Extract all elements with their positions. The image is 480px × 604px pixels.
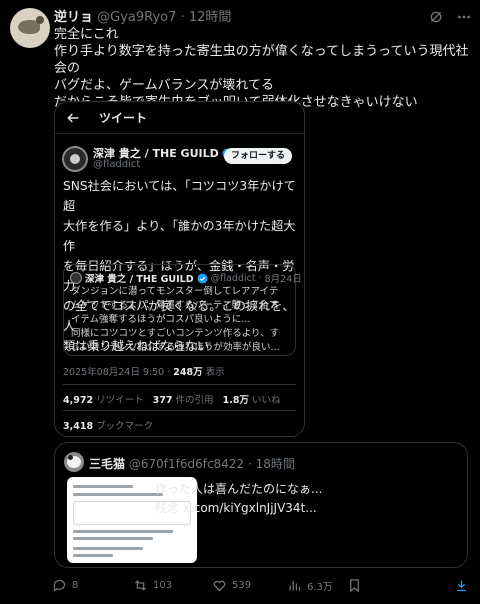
repost-icon	[135, 580, 146, 591]
post-line: 作り手より数字を持った寄生虫の方が偉くなってしまうっていう現代社会の	[54, 44, 469, 76]
reply-count: 8	[72, 580, 79, 591]
post-top-actions	[428, 9, 472, 25]
embed-bookmarks-count: 3,418	[63, 421, 94, 432]
reply-icon	[53, 579, 66, 592]
embed-views-count: 248万	[173, 367, 203, 378]
thumb-line	[73, 485, 133, 488]
like-count: 539	[232, 580, 252, 591]
verified-icon	[197, 272, 208, 284]
embed-stats: 4,972 リツイート 377 件の引用 1.8万 いいね	[63, 392, 280, 406]
quoted-post-time: 18時間	[255, 457, 295, 471]
separator-dot: ·	[247, 457, 252, 471]
quoted-text: ダンジョンに潜ってモンスター倒してレアアイテ ムゲットするより、帰還するパーティ…	[71, 285, 293, 355]
post-line: バグだよ、ゲームバランスが壊れてる	[54, 78, 274, 93]
embed-retweets-label: リツイート	[93, 395, 144, 406]
quoted-post-header: 三毛猫 @670f1f6d6fc8422 · 18時間	[89, 455, 295, 472]
separator-dot: ·	[258, 272, 262, 284]
more-icon[interactable]	[456, 9, 472, 25]
quoted-header: 深津 貴之 / THE GUILD @fladdict · 8月24日	[70, 271, 302, 285]
views-icon	[289, 581, 301, 591]
post-time[interactable]: 12時間	[189, 10, 232, 25]
author-handle[interactable]: @Gya9Ryo7	[97, 10, 176, 25]
quoted-line: ムゲットするより、帰還するパーティ襲って全ア	[71, 300, 279, 311]
download-icon	[457, 580, 466, 592]
quoted-post-line[interactable]: 残念 x.com/kiYgxlnJjJV34t...	[155, 499, 322, 518]
bookmark-icon	[350, 579, 359, 593]
post-header: 逆リョ @Gya9Ryo7 · 12時間	[54, 10, 231, 26]
embed-views-label: 表示	[202, 367, 225, 378]
repost-button[interactable]: 103	[133, 578, 172, 593]
back-arrow-icon	[67, 112, 79, 123]
thumb-line	[73, 547, 143, 550]
embed-datetime: 2025年08月24日 9:50 · 248万 表示	[63, 364, 225, 378]
thumb-line	[73, 537, 153, 540]
embed-author-avatar	[62, 146, 88, 172]
quoted-avatar	[70, 272, 82, 284]
repost-count: 103	[153, 580, 173, 591]
quoted-author-handle: @670f1f6d6fc8422	[128, 457, 245, 471]
author-name[interactable]: 逆リョ	[54, 10, 93, 25]
embed-title: ツイート	[99, 111, 148, 125]
separator-dot: ·	[180, 10, 185, 25]
quoted-post[interactable]: 三毛猫 @670f1f6d6fc8422 · 18時間 作った人は喜んだたのにな…	[54, 442, 468, 568]
thumb-line	[73, 530, 173, 533]
embed-likes-label: いいね	[248, 395, 281, 406]
embed-quotes-count: 377	[152, 395, 173, 406]
quoted-line: イテム強奪するほうがコスパ良いように...	[71, 314, 251, 325]
quoted-date: 8月24日	[264, 274, 302, 285]
embed-quotes-label: 件の引用	[172, 395, 214, 406]
quoted-author-avatar	[64, 452, 84, 472]
quoted-name: 深津 貴之 / THE GUILD	[85, 274, 194, 285]
quoted-line: ダンジョンに潜ってモンスター倒してレアアイテ	[71, 286, 279, 297]
divider	[63, 410, 296, 411]
views-count: 6.3万	[307, 582, 333, 593]
grok-icon[interactable]	[428, 9, 444, 25]
attached-screenshot[interactable]: ツイート 深津 貴之 / THE GUILD @fladdict フォローする …	[54, 101, 305, 437]
embed-quoted-tweet: 深津 貴之 / THE GUILD @fladdict · 8月24日 ダンジョ…	[63, 264, 302, 356]
quoted-post-line: 作った人は喜んだたのになぁ...	[155, 482, 323, 496]
reply-button[interactable]: 8	[52, 578, 78, 593]
embed-retweets-count: 4,972	[63, 395, 94, 406]
bookmark-button[interactable]	[347, 578, 362, 593]
views-button[interactable]: 6.3万	[287, 578, 333, 593]
author-avatar[interactable]	[10, 8, 50, 48]
embed-text-line: 大作を作る」より、「誰かの3年かけた超大作	[63, 219, 296, 253]
quoted-post-text: 作った人は喜んだたのになぁ... 残念 x.com/kiYgxlnJjJV34t…	[155, 480, 322, 518]
follow-button: フォローする	[224, 148, 292, 164]
embed-bookmarks-label: ブックマーク	[93, 421, 154, 432]
like-icon	[213, 580, 226, 592]
like-button[interactable]: 539	[212, 578, 251, 593]
quoted-line: 同様にコツコツとすごいコンテンツ作るより、す	[71, 328, 280, 339]
quoted-handle: @fladdict	[210, 272, 256, 284]
embed-bookmarks: 3,418 ブックマーク	[63, 418, 153, 432]
embed-date-text: 2025年08月24日 9:50 ·	[63, 367, 174, 378]
embed-author-handle: @fladdict	[93, 159, 141, 170]
embed-likes-count: 1.8万	[222, 395, 249, 406]
embed-text-line: SNS社会においては、「コツコツ3年かけて超	[63, 179, 296, 213]
thumb-line	[73, 493, 163, 496]
quoted-line: ごいコンテンツ紹介する連打ほうが効率が良い...	[71, 342, 280, 353]
quoted-author-name: 三毛猫	[89, 457, 126, 471]
post-text: 完全にこれ 作り手より数字を持った寄生虫の方が偉くなってしまうっていう現代社会の…	[54, 26, 474, 111]
embed-topbar: ツイート	[55, 102, 304, 134]
divider	[63, 384, 296, 385]
post-line: 完全にこれ	[54, 27, 119, 42]
action-bar: 8 103 539 6.3万	[52, 578, 472, 598]
thumb-line	[73, 554, 113, 557]
download-button[interactable]	[454, 578, 469, 593]
